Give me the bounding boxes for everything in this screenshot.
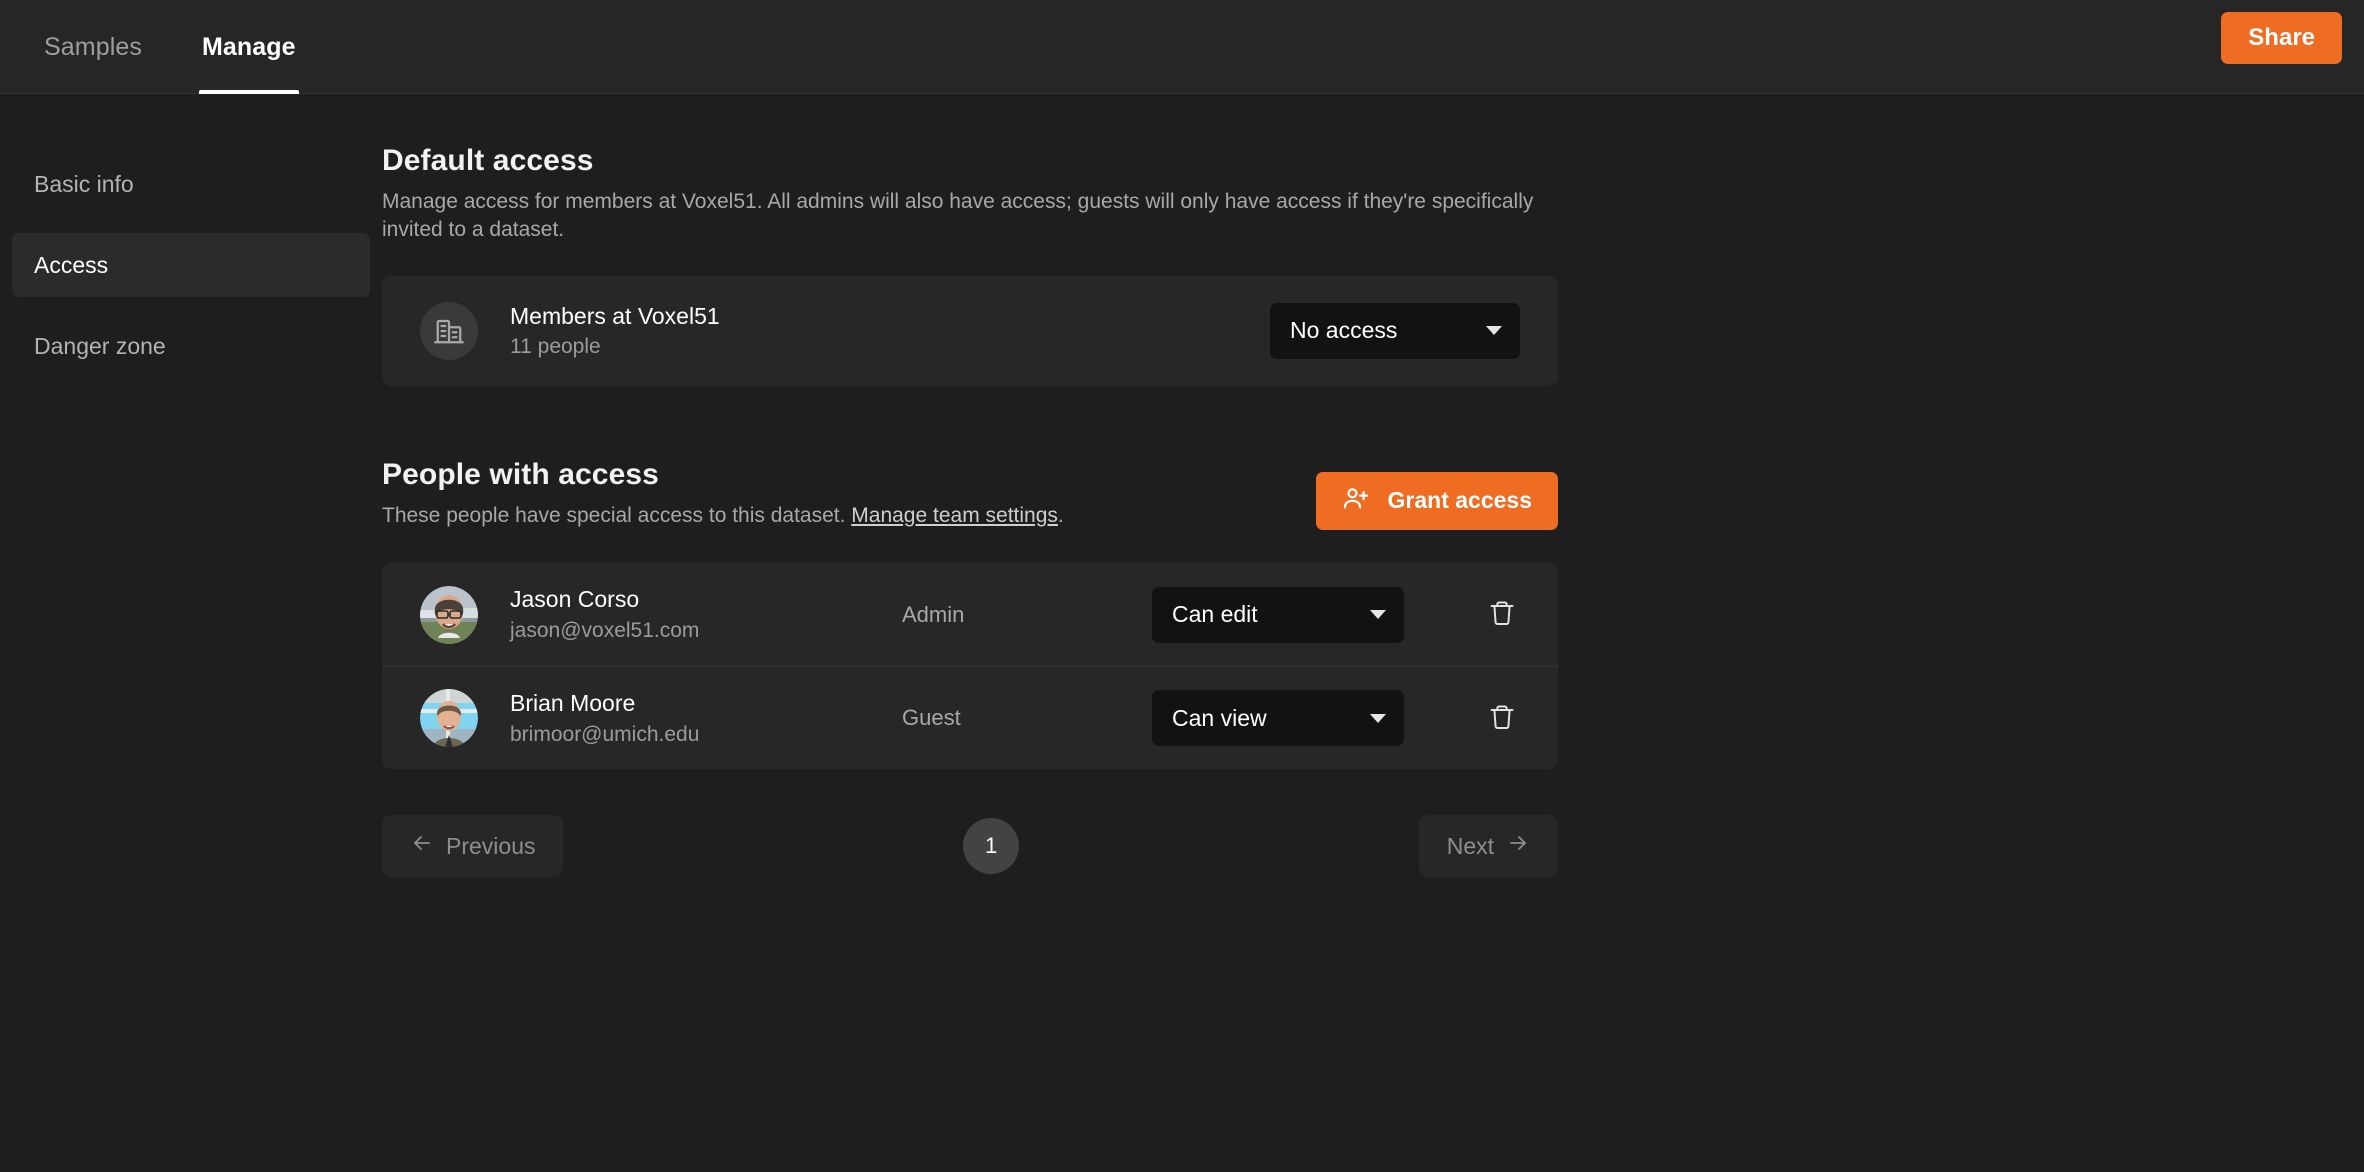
person-permission-select[interactable]: Can view (1152, 690, 1404, 747)
arrow-right-icon (1506, 831, 1530, 861)
people-with-access-title: People with access (382, 457, 659, 491)
delete-person-button[interactable] (1470, 703, 1534, 734)
chevron-down-icon (1370, 713, 1386, 723)
top-bar: Samples Manage Share (0, 0, 2364, 94)
sidebar-item-label: Danger zone (34, 332, 166, 359)
person-email: brimoor@umich.edu (510, 722, 700, 746)
next-page-label: Next (1446, 832, 1494, 859)
org-name: Members at Voxel51 (510, 302, 720, 329)
people-description-text: These people have special access to this… (382, 503, 852, 527)
settings-sidebar: Basic info Access Danger zone (0, 94, 382, 1172)
people-list: Jason Corso jason@voxel51.com Admin Can … (382, 563, 1558, 770)
sidebar-item-access[interactable]: Access (12, 233, 370, 297)
org-info: Members at Voxel51 11 people (510, 303, 1270, 359)
pagination: Previous 1 Next (382, 815, 1558, 878)
delete-person-button[interactable] (1470, 599, 1534, 630)
arrow-left-icon (410, 831, 434, 861)
person-permission-select[interactable]: Can edit (1152, 586, 1404, 643)
previous-page-label: Previous (446, 832, 536, 859)
sidebar-item-danger-zone[interactable]: Danger zone (12, 314, 370, 378)
sidebar-item-label: Access (34, 251, 109, 278)
chevron-down-icon (1370, 610, 1386, 620)
tab-samples-label: Samples (44, 32, 142, 61)
grant-access-button[interactable]: Grant access (1315, 471, 1558, 530)
sidebar-item-label: Basic info (34, 170, 134, 197)
table-row: Brian Moore brimoor@umich.edu Guest Can … (382, 666, 1558, 769)
tab-manage-label: Manage (201, 32, 296, 61)
trash-icon (1488, 703, 1516, 734)
page-number-1[interactable]: 1 (963, 818, 1020, 875)
table-row: Jason Corso jason@voxel51.com Admin Can … (382, 563, 1558, 666)
previous-page-button[interactable]: Previous (382, 815, 564, 878)
person-name: Jason Corso (510, 586, 640, 613)
grant-access-button-label: Grant access (1387, 487, 1532, 514)
person-add-icon (1342, 484, 1370, 518)
top-tabs: Samples Manage (14, 0, 326, 94)
tab-samples[interactable]: Samples (14, 0, 172, 94)
manage-team-settings-link[interactable]: Manage team settings (851, 504, 1058, 527)
page-body: Basic info Access Danger zone Default ac… (0, 94, 2364, 1172)
default-access-select[interactable]: No access (1270, 302, 1520, 359)
tab-manage[interactable]: Manage (172, 0, 326, 94)
people-with-access-description: These people have special access to this… (382, 502, 1064, 530)
building-icon (420, 301, 478, 360)
person-permission-value: Can view (1172, 704, 1267, 731)
default-access-title: Default access (382, 144, 594, 177)
next-page-button[interactable]: Next (1418, 815, 1558, 878)
share-button[interactable]: Share (2221, 12, 2342, 64)
share-button-label: Share (2248, 24, 2315, 51)
org-member-count: 11 people (510, 334, 601, 358)
avatar (420, 585, 478, 644)
main-content: Default access Manage access for members… (382, 94, 2364, 1172)
person-info: Brian Moore brimoor@umich.edu (510, 690, 902, 747)
person-role: Guest (902, 705, 961, 731)
person-name: Brian Moore (510, 689, 636, 716)
person-email: jason@voxel51.com (510, 619, 700, 643)
sidebar-item-basic-info[interactable]: Basic info (12, 152, 370, 216)
trash-icon (1488, 599, 1516, 630)
person-info: Jason Corso jason@voxel51.com (510, 586, 902, 643)
default-access-select-value: No access (1290, 317, 1398, 344)
person-permission-value: Can edit (1172, 601, 1258, 628)
people-description-period: . (1057, 503, 1064, 527)
chevron-down-icon (1486, 326, 1502, 336)
page-number-label: 1 (984, 833, 998, 859)
person-role: Admin (902, 601, 965, 627)
avatar (420, 689, 478, 748)
default-access-card: Members at Voxel51 11 people No access (382, 275, 1558, 386)
default-access-description: Manage access for members at Voxel51. Al… (382, 190, 1534, 242)
org-access-row: Members at Voxel51 11 people No access (382, 276, 1558, 386)
people-with-access-header: People with access These people have spe… (382, 458, 1558, 530)
